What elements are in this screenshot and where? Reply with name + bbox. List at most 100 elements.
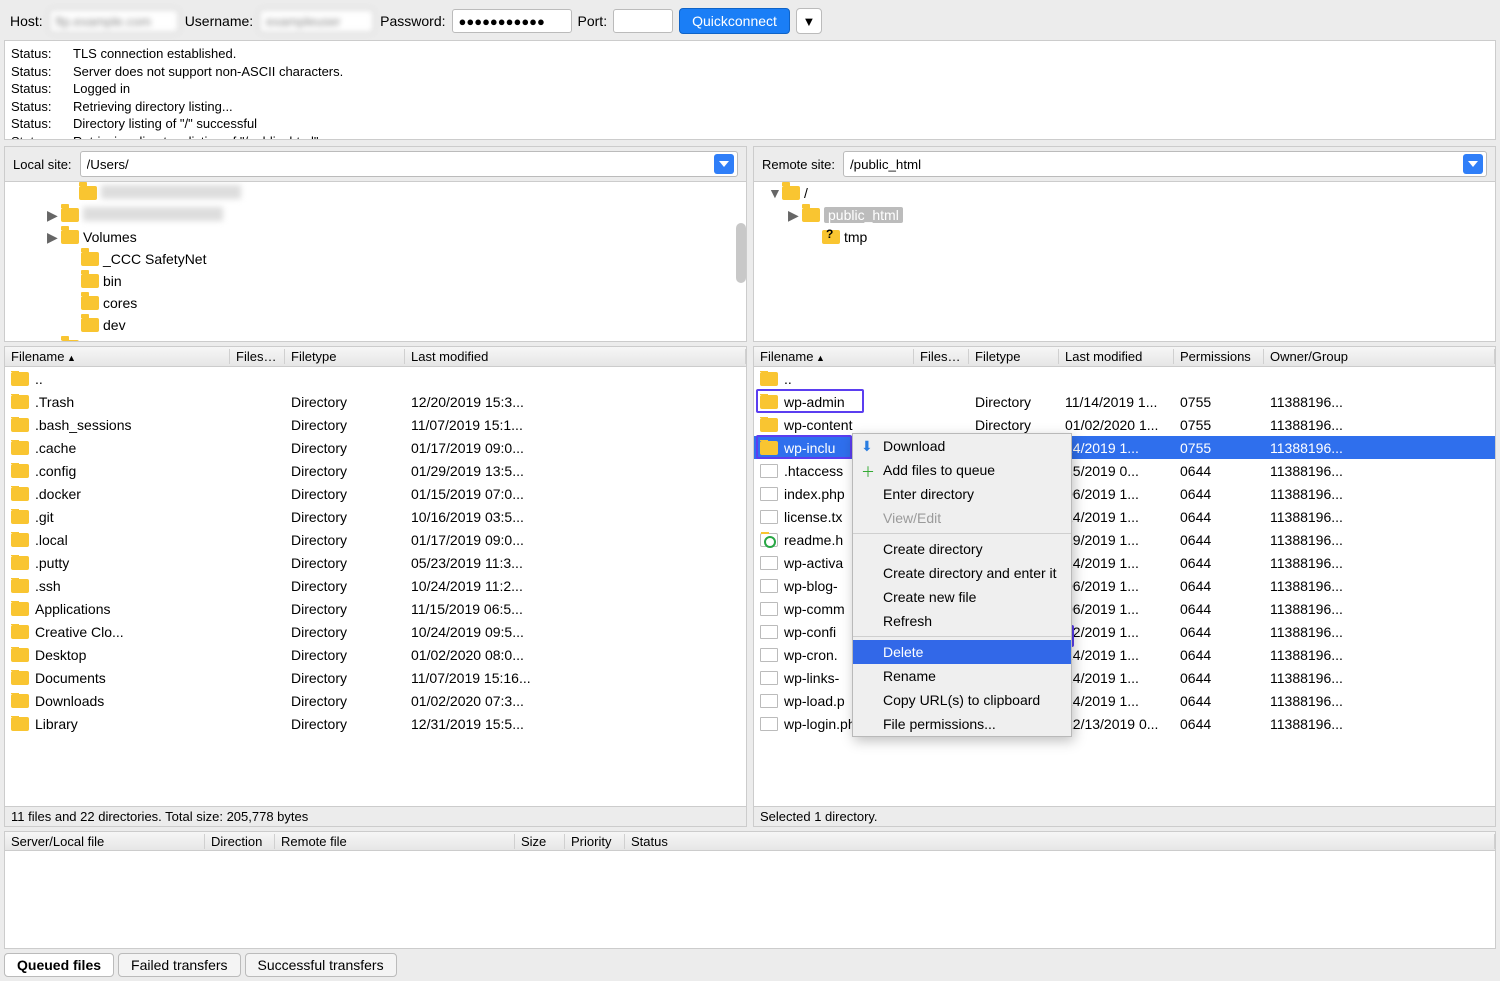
tab-successful-transfers[interactable]: Successful transfers xyxy=(245,953,397,977)
folder-icon xyxy=(11,487,29,501)
file-row[interactable]: wp-adminDirectory11/14/2019 1...07551138… xyxy=(754,390,1495,413)
folder-icon xyxy=(760,441,778,455)
tree-node[interactable]: _CCC SafetyNet xyxy=(5,248,746,270)
tree-node[interactable]: ▶Volumes xyxy=(5,226,746,248)
quickconnect-button[interactable]: Quickconnect xyxy=(679,8,790,34)
tree-node[interactable]: ▶public_html xyxy=(754,204,1495,226)
qcol-remote[interactable]: Remote file xyxy=(275,834,515,849)
remote-file-list: Filename Filesize Filetype Last modified… xyxy=(753,346,1496,827)
qcol-direction[interactable]: Direction xyxy=(205,834,275,849)
qcol-priority[interactable]: Priority xyxy=(565,834,625,849)
folder-icon xyxy=(11,648,29,662)
message-log[interactable]: Status:TLS connection established.Status… xyxy=(4,40,1496,140)
local-tree[interactable]: ▶▶Volumes_CCC SafetyNetbincoresdev▶etc xyxy=(4,182,747,342)
local-site-dropdown[interactable] xyxy=(714,154,734,174)
file-icon xyxy=(760,694,778,708)
tree-node[interactable]: cores xyxy=(5,292,746,314)
menu-item-enter-directory[interactable]: Enter directory xyxy=(853,482,1071,506)
menu-item-download[interactable]: ⬇Download xyxy=(853,434,1071,458)
host-input[interactable] xyxy=(49,9,179,33)
host-label: Host: xyxy=(10,13,43,29)
menu-item-refresh[interactable]: Refresh xyxy=(853,609,1071,633)
port-input[interactable] xyxy=(613,9,673,33)
log-line: Status:Server does not support non-ASCII… xyxy=(11,63,1489,81)
tree-node[interactable]: ▶ xyxy=(5,204,746,226)
col-lastmod[interactable]: Last modified xyxy=(1059,349,1174,364)
file-icon xyxy=(760,487,778,501)
scrollbar[interactable] xyxy=(736,223,746,283)
file-row[interactable]: .sshDirectory10/24/2019 11:2... xyxy=(5,574,746,597)
local-rows[interactable]: ...TrashDirectory12/20/2019 15:3....bash… xyxy=(5,367,746,806)
col-filetype[interactable]: Filetype xyxy=(285,349,405,364)
folder-icon xyxy=(11,510,29,524)
file-row[interactable]: .puttyDirectory05/23/2019 11:3... xyxy=(5,551,746,574)
folder-icon xyxy=(81,296,99,310)
col-lastmod[interactable]: Last modified xyxy=(405,349,746,364)
add-icon: ＋ xyxy=(861,462,875,476)
remote-site-dropdown[interactable] xyxy=(1463,154,1483,174)
col-permissions[interactable]: Permissions xyxy=(1174,349,1264,364)
username-input[interactable] xyxy=(259,9,374,33)
tree-node[interactable]: ▶etc xyxy=(5,336,746,342)
menu-item-file-permissions-[interactable]: File permissions... xyxy=(853,712,1071,736)
qcol-server[interactable]: Server/Local file xyxy=(5,834,205,849)
queue-columns[interactable]: Server/Local file Direction Remote file … xyxy=(4,831,1496,851)
file-row[interactable]: .gitDirectory10/16/2019 03:5... xyxy=(5,505,746,528)
file-row[interactable]: .configDirectory01/29/2019 13:5... xyxy=(5,459,746,482)
file-icon xyxy=(760,648,778,662)
col-filetype[interactable]: Filetype xyxy=(969,349,1059,364)
file-row[interactable]: .. xyxy=(5,367,746,390)
tree-node[interactable]: ▼/ xyxy=(754,182,1495,204)
log-line: Status:Retrieving directory listing of "… xyxy=(11,133,1489,140)
file-row[interactable]: .bash_sessionsDirectory11/07/2019 15:1..… xyxy=(5,413,746,436)
tab-queued-files[interactable]: Queued files xyxy=(4,953,114,977)
file-row[interactable]: DocumentsDirectory11/07/2019 15:16... xyxy=(5,666,746,689)
password-input[interactable] xyxy=(452,9,572,33)
remote-site-input[interactable] xyxy=(843,151,1487,177)
col-filename[interactable]: Filename xyxy=(754,349,914,364)
folder-icon xyxy=(11,418,29,432)
tree-node[interactable] xyxy=(5,182,746,204)
tree-node[interactable]: tmp xyxy=(754,226,1495,248)
col-filesize[interactable]: Filesize xyxy=(914,349,969,364)
col-owner[interactable]: Owner/Group xyxy=(1264,349,1495,364)
file-row[interactable]: .localDirectory01/17/2019 09:0... xyxy=(5,528,746,551)
file-icon xyxy=(760,717,778,731)
log-line: Status:Retrieving directory listing... xyxy=(11,98,1489,116)
folder-icon xyxy=(760,418,778,432)
file-row[interactable]: .dockerDirectory01/15/2019 07:0... xyxy=(5,482,746,505)
tree-node[interactable]: bin xyxy=(5,270,746,292)
remote-site-bar: Remote site: xyxy=(753,146,1496,182)
local-site-label: Local site: xyxy=(13,157,72,172)
local-site-bar: Local site: xyxy=(4,146,747,182)
menu-item-create-directory-and-enter-it[interactable]: Create directory and enter it xyxy=(853,561,1071,585)
menu-item-add-files-to-queue[interactable]: ＋Add files to queue xyxy=(853,458,1071,482)
tab-failed-transfers[interactable]: Failed transfers xyxy=(118,953,240,977)
menu-item-rename[interactable]: Rename xyxy=(853,664,1071,688)
remote-tree[interactable]: ▼/▶public_htmltmp xyxy=(753,182,1496,342)
folder-icon xyxy=(11,602,29,616)
file-row[interactable]: Creative Clo...Directory10/24/2019 09:5.… xyxy=(5,620,746,643)
col-filename[interactable]: Filename xyxy=(5,349,230,364)
local-site-input[interactable] xyxy=(80,151,738,177)
file-row[interactable]: LibraryDirectory12/31/2019 15:5... xyxy=(5,712,746,735)
file-row[interactable]: .. xyxy=(754,367,1495,390)
file-row[interactable]: DownloadsDirectory01/02/2020 07:3... xyxy=(5,689,746,712)
folder-icon xyxy=(81,318,99,332)
file-row[interactable]: DesktopDirectory01/02/2020 08:0... xyxy=(5,643,746,666)
col-filesize[interactable]: Filesize xyxy=(230,349,285,364)
tree-node[interactable]: dev xyxy=(5,314,746,336)
menu-item-create-directory[interactable]: Create directory xyxy=(853,537,1071,561)
queue-body[interactable] xyxy=(4,851,1496,949)
file-row[interactable]: .cacheDirectory01/17/2019 09:0... xyxy=(5,436,746,459)
local-columns[interactable]: Filename Filesize Filetype Last modified xyxy=(5,347,746,367)
menu-item-create-new-file[interactable]: Create new file xyxy=(853,585,1071,609)
remote-columns[interactable]: Filename Filesize Filetype Last modified… xyxy=(754,347,1495,367)
quickconnect-history-dropdown[interactable]: ▼ xyxy=(796,8,822,34)
qcol-status[interactable]: Status xyxy=(625,834,1495,849)
file-row[interactable]: ApplicationsDirectory11/15/2019 06:5... xyxy=(5,597,746,620)
file-row[interactable]: .TrashDirectory12/20/2019 15:3... xyxy=(5,390,746,413)
qcol-size[interactable]: Size xyxy=(515,834,565,849)
menu-item-delete[interactable]: Delete xyxy=(853,640,1071,664)
menu-item-copy-url-s-to-clipboard[interactable]: Copy URL(s) to clipboard xyxy=(853,688,1071,712)
